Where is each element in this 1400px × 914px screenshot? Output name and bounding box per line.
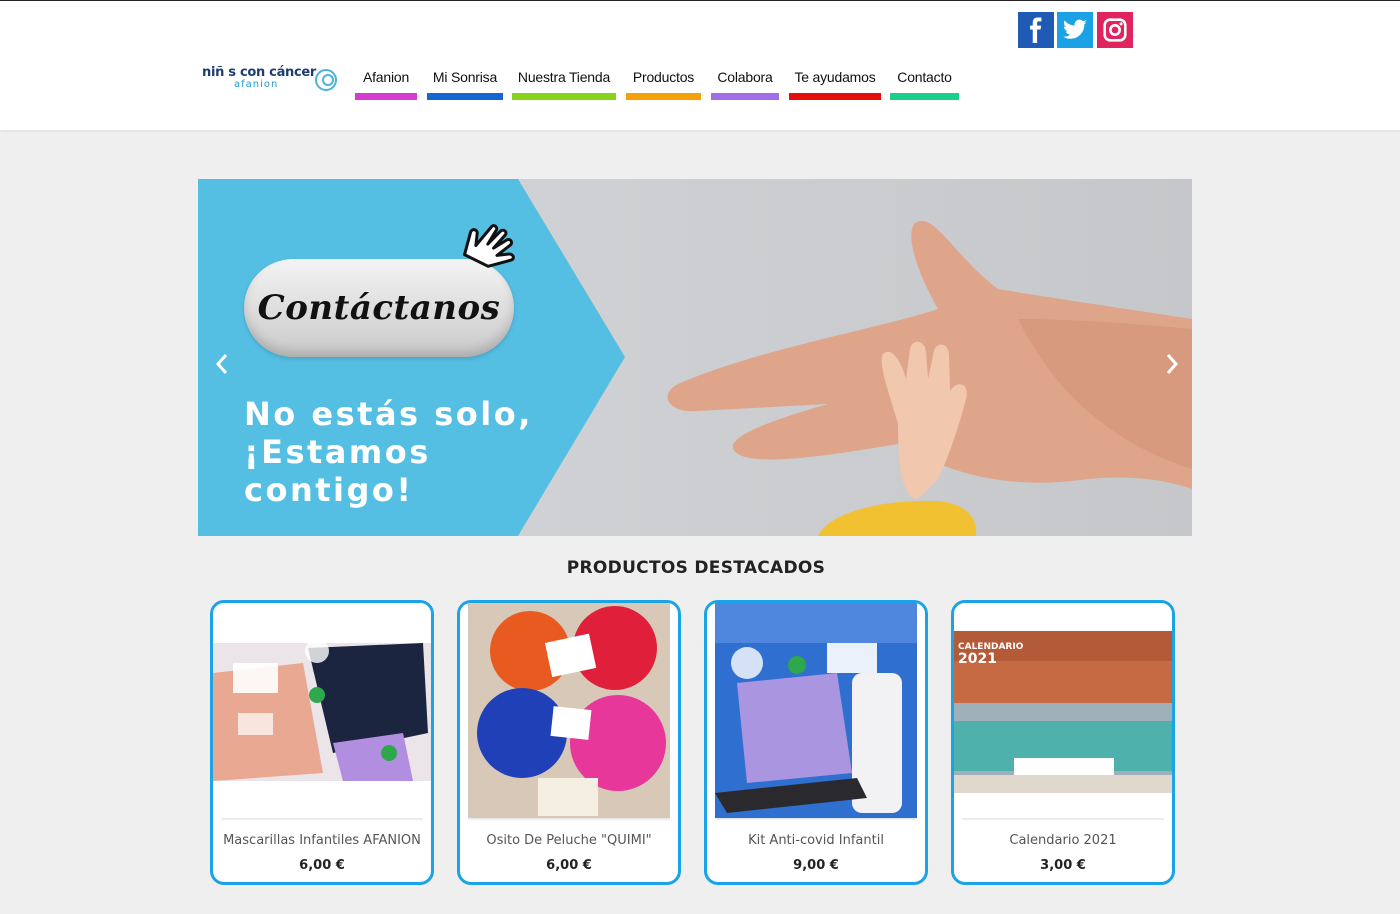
nav-label: Colabora (717, 69, 773, 85)
contact-us-label: Contáctanos (257, 288, 501, 328)
product-card-masks[interactable]: Mascarillas Infantiles AFANION 6,00 € (210, 600, 434, 885)
product-name: Calendario 2021 (1009, 833, 1117, 848)
product-name: Kit Anti-covid Infantil (748, 833, 884, 848)
facebook-icon (1030, 17, 1042, 43)
nav-item-te-ayudamos[interactable]: Te ayudamos (789, 68, 881, 100)
nav-label: Nuestra Tienda (517, 69, 611, 85)
nav-underline (626, 93, 701, 100)
twitter-link[interactable] (1057, 12, 1093, 48)
card-divider (468, 818, 670, 821)
logo-text: niñ s con cáncer (202, 65, 317, 80)
product-image: CALENDARIO 2021 (954, 603, 1172, 821)
banner-message: No estás solo, ¡Estamos contigo! (244, 395, 533, 509)
nav-underline (789, 93, 881, 100)
nav-underline (512, 93, 616, 100)
nav-item-colabora[interactable]: Colabora (711, 68, 779, 100)
hand-pointer-icon (463, 224, 515, 268)
chevron-left-icon (215, 354, 228, 374)
product-name: Mascarillas Infantiles AFANION (223, 833, 421, 848)
product-image (460, 603, 678, 821)
nav-label: Contacto (897, 69, 952, 85)
nav-item-contacto[interactable]: Contacto (890, 68, 959, 100)
product-price: 6,00 € (546, 858, 592, 873)
carousel-prev-button[interactable] (210, 349, 234, 379)
nav-underline (355, 93, 417, 100)
hero-carousel: Contáctanos No estás solo, ¡Estamos cont… (198, 179, 1192, 536)
svg-text:2021: 2021 (958, 651, 997, 667)
logo-emblem-icon (315, 69, 337, 91)
facebook-link[interactable] (1018, 12, 1054, 48)
product-price: 9,00 € (793, 858, 839, 873)
instagram-icon (1103, 18, 1127, 42)
nav-label: Mi Sonrisa (432, 69, 498, 85)
site-header: niñ s con cáncer afanion Afanion Mi Sonr… (0, 0, 1400, 130)
product-name: Osito De Peluche "QUIMI" (486, 833, 652, 848)
product-price: 6,00 € (299, 858, 345, 873)
nav-item-nuestra-tienda[interactable]: Nuestra Tienda (512, 68, 616, 100)
nav-label: Afanion (362, 69, 410, 85)
card-divider (221, 818, 423, 821)
card-divider (962, 818, 1164, 821)
card-divider (715, 818, 917, 821)
chevron-right-icon (1166, 354, 1179, 374)
featured-products-title: PRODUCTOS DESTACADOS (566, 558, 826, 578)
nav-label: Te ayudamos (794, 69, 876, 85)
product-price: 3,00 € (1040, 858, 1086, 873)
product-card-teddy[interactable]: Osito De Peluche "QUIMI" 6,00 € (457, 600, 681, 885)
nav-item-productos[interactable]: Productos (626, 68, 701, 100)
logo-subtext: afanion (234, 79, 279, 90)
product-card-covid-kit[interactable]: Kit Anti-covid Infantil 9,00 € (704, 600, 928, 885)
product-card-calendar[interactable]: CALENDARIO 2021 Calendario 2021 3,00 € (951, 600, 1175, 885)
nav-underline (890, 93, 959, 100)
nav-underline (427, 93, 503, 100)
nav-label: Productos (632, 69, 695, 85)
product-image (213, 603, 431, 821)
site-logo[interactable]: niñ s con cáncer afanion (202, 65, 342, 97)
product-image (707, 603, 925, 821)
nav-item-mi-sonrisa[interactable]: Mi Sonrisa (427, 68, 503, 100)
instagram-link[interactable] (1097, 12, 1133, 48)
nav-underline (711, 93, 779, 100)
twitter-icon (1062, 19, 1087, 39)
carousel-next-button[interactable] (1160, 349, 1184, 379)
nav-item-afanion[interactable]: Afanion (355, 68, 417, 100)
